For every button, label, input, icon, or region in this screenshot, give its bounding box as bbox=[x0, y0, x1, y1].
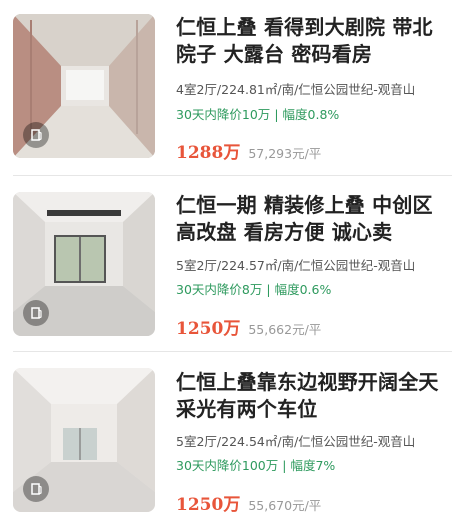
unit-price: 55,662元/平 bbox=[248, 322, 322, 337]
listing-specs: 5室2厅/224.57㎡/南/仁恒公园世纪-观音山 bbox=[176, 258, 416, 273]
listing-list: 仁恒上叠 看得到大剧院 带北院子 大露台 密码看房 4室2厅/224.81㎡/南… bbox=[0, 0, 461, 522]
listing-card[interactable]: 仁恒上叠 看得到大剧院 带北院子 大露台 密码看房 4室2厅/224.81㎡/南… bbox=[0, 0, 461, 176]
price-drop-amount: 30天内降价100万 bbox=[176, 458, 279, 473]
unit-price: 57,293元/平 bbox=[248, 146, 322, 161]
price-drop-separator: | bbox=[274, 107, 279, 122]
total-price: 1250万 bbox=[176, 319, 241, 339]
listing-photo[interactable] bbox=[13, 14, 155, 158]
listing-photo[interactable] bbox=[13, 368, 155, 512]
total-price: 1250万 bbox=[176, 495, 241, 515]
listing-title[interactable]: 仁恒上叠 看得到大剧院 带北院子 大露台 密码看房 bbox=[176, 14, 452, 68]
listing-title[interactable]: 仁恒一期 精装修上叠 中创区 高改盘 看房方便 诚心卖 bbox=[176, 192, 452, 246]
unit-price: 55,670元/平 bbox=[248, 498, 322, 513]
vr-tour-icon[interactable] bbox=[23, 122, 49, 148]
price-row: 1288万 57,293元/平 bbox=[176, 138, 452, 163]
price-row: 1250万 55,662元/平 bbox=[176, 314, 452, 339]
price-row: 1250万 55,670元/平 bbox=[176, 490, 452, 515]
price-drop-separator: | bbox=[266, 282, 271, 297]
listing-card[interactable]: 仁恒上叠靠东边视野开阔全天采光有两个车位 5室2厅/224.54㎡/南/仁恒公园… bbox=[0, 352, 461, 528]
price-drop-amount: 30天内降价8万 bbox=[176, 282, 263, 297]
total-price: 1288万 bbox=[176, 143, 241, 163]
price-drop-amount: 30天内降价10万 bbox=[176, 107, 271, 122]
vr-tour-icon[interactable] bbox=[23, 476, 49, 502]
price-drop-info: 30天内降价100万 | 幅度7% bbox=[176, 455, 452, 474]
listing-title[interactable]: 仁恒上叠靠东边视野开阔全天采光有两个车位 bbox=[176, 369, 452, 423]
listing-specs: 4室2厅/224.81㎡/南/仁恒公园世纪-观音山 bbox=[176, 82, 416, 97]
price-drop-separator: | bbox=[282, 458, 287, 473]
listing-specs: 5室2厅/224.54㎡/南/仁恒公园世纪-观音山 bbox=[176, 434, 416, 449]
listing-card[interactable]: 仁恒一期 精装修上叠 中创区 高改盘 看房方便 诚心卖 5室2厅/224.57㎡… bbox=[0, 176, 461, 352]
listing-photo[interactable] bbox=[13, 192, 155, 336]
price-drop-info: 30天内降价10万 | 幅度0.8% bbox=[176, 104, 452, 123]
price-drop-percent: 幅度0.6% bbox=[274, 282, 332, 297]
price-drop-percent: 幅度7% bbox=[290, 458, 336, 473]
price-drop-info: 30天内降价8万 | 幅度0.6% bbox=[176, 279, 452, 298]
price-drop-percent: 幅度0.8% bbox=[282, 107, 340, 122]
vr-tour-icon[interactable] bbox=[23, 300, 49, 326]
